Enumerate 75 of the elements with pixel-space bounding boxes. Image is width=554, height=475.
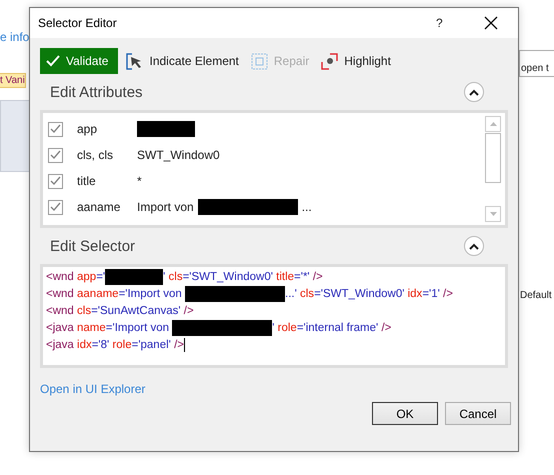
redaction-bar — [105, 268, 164, 284]
section-title: Edit Selector — [50, 238, 136, 254]
attribute-name: idx — [77, 338, 92, 350]
tag-text: /> — [381, 322, 392, 334]
highlight-icon — [321, 52, 338, 70]
checkbox[interactable] — [48, 174, 63, 188]
attribute-name: name — [77, 322, 106, 334]
value-text: ='Import von — [118, 288, 183, 300]
up-arrow-icon[interactable] — [490, 122, 496, 126]
background-tag: t Vani — [0, 73, 26, 88]
value-text: Import von — [137, 200, 194, 214]
value-text: ='panel' — [132, 338, 172, 350]
attribute-name: cls — [168, 270, 183, 282]
attribute-name: aaname — [77, 200, 122, 214]
text-cursor — [184, 338, 185, 352]
tag-text: /> — [184, 304, 194, 316]
value-text: =' — [96, 270, 106, 282]
toolbar-button[interactable]: Highlight — [317, 48, 395, 74]
background-text: Default — [520, 290, 552, 301]
background-text: open t — [521, 63, 549, 74]
toolbar-button[interactable]: Indicate Element — [122, 48, 243, 74]
tag-text: /> — [312, 270, 323, 282]
value-text: ='SWT_Window0' — [314, 288, 406, 300]
attribute-name: app — [77, 270, 96, 282]
value-text: ='1' — [422, 288, 441, 300]
check-icon — [46, 55, 60, 67]
validate-button[interactable]: Validate — [40, 48, 118, 74]
value-text: ' — [272, 322, 276, 334]
value-text: ' — [163, 270, 166, 282]
value-text: ... — [302, 200, 312, 214]
tag-text: <java — [46, 338, 75, 350]
attribute-name: cls — [77, 304, 92, 316]
checkbox[interactable] — [48, 122, 63, 136]
attribute-name: role — [278, 322, 297, 334]
collapse-button[interactable] — [464, 82, 484, 102]
help-button[interactable]: ? — [432, 10, 452, 36]
value-text: ='SWT_Window0' — [182, 270, 274, 282]
value-text: ='8' — [92, 338, 110, 350]
value-text: ...' — [285, 288, 298, 300]
attribute-name: title — [276, 270, 294, 282]
attribute-name: app — [77, 122, 98, 136]
attribute-name: cls — [300, 288, 314, 300]
checkbox[interactable] — [48, 200, 63, 214]
ok-button[interactable]: OK — [372, 402, 438, 425]
cursor-icon — [126, 52, 144, 70]
attribute-name: aaname — [77, 288, 119, 300]
redaction-bar — [137, 121, 195, 137]
tag-text: <wnd — [46, 304, 75, 316]
tag-text: /> — [443, 288, 453, 300]
tag-text: /> — [174, 338, 184, 350]
cancel-button[interactable]: Cancel — [445, 402, 511, 425]
collapse-button[interactable] — [464, 236, 484, 256]
attribute-name: title — [77, 174, 97, 188]
tag-text: <java — [46, 322, 75, 334]
close-icon[interactable] — [484, 16, 498, 30]
scrollbar[interactable] — [485, 116, 501, 222]
selector-editor[interactable] — [40, 264, 508, 368]
tag-text: <wnd — [46, 288, 75, 300]
value-text: * — [137, 174, 142, 188]
attribute-name: role — [112, 338, 132, 350]
value-text: ='internal frame' — [296, 322, 380, 334]
tag-text: <wnd — [46, 270, 75, 282]
section-title: Edit Attributes — [50, 84, 143, 100]
checkbox[interactable] — [48, 148, 63, 162]
attribute-name: cls, cls — [77, 148, 114, 162]
attribute-name: idx — [408, 288, 422, 300]
frame-icon — [250, 52, 268, 70]
down-arrow-icon[interactable] — [490, 212, 496, 216]
value-text: ='Import von — [106, 322, 170, 334]
window-title: Selector Editor — [38, 16, 118, 30]
value-text: ='*' — [294, 270, 311, 282]
chevron-icon — [469, 242, 479, 250]
value-text: SWT_Window0 — [137, 148, 220, 162]
chevron-icon — [469, 88, 479, 96]
value-text: ='SunAwtCanvas' — [91, 304, 182, 316]
